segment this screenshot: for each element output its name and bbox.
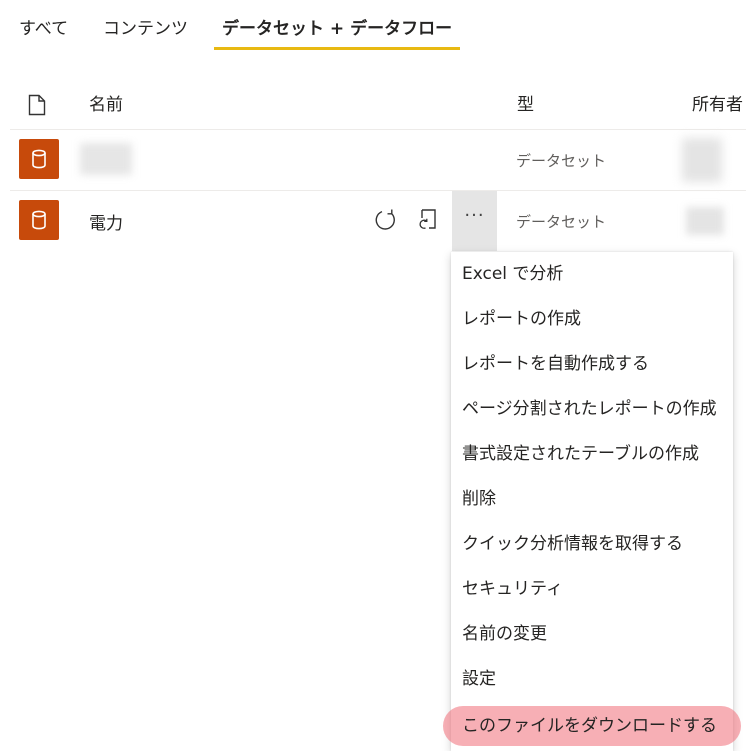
menu-item-auto-create-report[interactable]: レポートを自動作成する — [451, 342, 733, 387]
menu-item-download-file[interactable]: このファイルをダウンロードする — [462, 706, 717, 746]
table-row[interactable]: データセット — [0, 130, 746, 190]
column-header-name[interactable]: 名前 — [89, 90, 123, 115]
menu-item-rename[interactable]: 名前の変更 — [451, 612, 733, 657]
refresh-icon[interactable] — [372, 207, 398, 233]
redacted-owner — [686, 207, 724, 235]
menu-item-create-report[interactable]: レポートの作成 — [451, 297, 733, 342]
menu-item-delete[interactable]: 削除 — [451, 477, 733, 522]
row-name[interactable]: 電力 — [89, 209, 123, 234]
ellipsis-icon: ··· — [464, 205, 485, 226]
menu-item-security[interactable]: セキュリティ — [451, 567, 733, 612]
column-header-owner[interactable]: 所有者 — [692, 90, 743, 115]
menu-item-quick-insights[interactable]: クイック分析情報を取得する — [451, 522, 733, 567]
row-type: データセット — [516, 152, 607, 170]
dataset-icon — [19, 200, 59, 240]
database-icon — [32, 210, 46, 230]
menu-item-analyze-in-excel[interactable]: Excel で分析 — [451, 252, 733, 297]
tab-content[interactable]: コンテンツ — [103, 14, 188, 39]
database-icon — [32, 149, 46, 169]
more-options-button[interactable]: ··· — [452, 191, 497, 251]
redacted-name — [80, 143, 132, 175]
redacted-owner — [682, 138, 722, 182]
file-icon — [28, 94, 46, 116]
menu-item-settings[interactable]: 設定 — [451, 657, 733, 702]
menu-item-create-formatted-table[interactable]: 書式設定されたテーブルの作成 — [451, 432, 733, 477]
column-header-type[interactable]: 型 — [517, 90, 534, 115]
menu-item-create-paginated-report[interactable]: ページ分割されたレポートの作成 — [451, 387, 733, 432]
tab-all[interactable]: すべて — [19, 14, 68, 39]
content-tabs: すべて コンテンツ データセット + データフロー — [0, 0, 746, 50]
schedule-refresh-icon[interactable] — [415, 207, 441, 233]
tab-datasets-dataflows[interactable]: データセット + データフロー — [214, 0, 461, 50]
table-header: 名前 型 所有者 — [0, 80, 746, 128]
workspace-content-view: すべて コンテンツ データセット + データフロー 名前 型 所有者 データセッ… — [0, 0, 746, 751]
row-type: データセット — [516, 213, 607, 231]
table-row[interactable]: 電力 ··· データセット — [0, 191, 746, 251]
dataset-icon — [19, 139, 59, 179]
context-menu: Excel で分析 レポートの作成 レポートを自動作成する ページ分割されたレポ… — [451, 252, 733, 751]
